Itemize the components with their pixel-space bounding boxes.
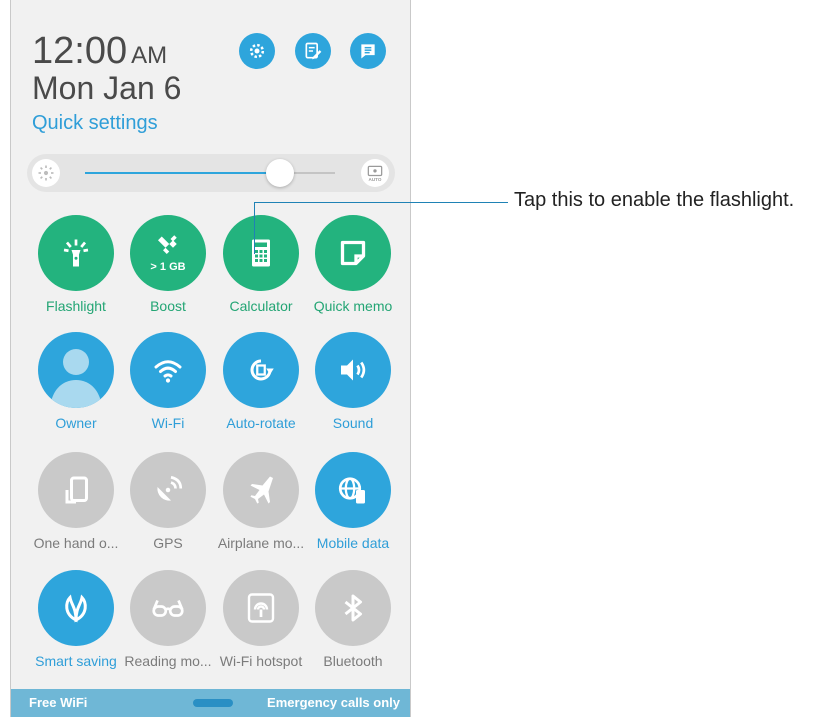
tile-airplane-circle[interactable] <box>223 452 299 528</box>
settings-button[interactable] <box>239 33 275 69</box>
tile-airplane[interactable]: Airplane mo... <box>211 452 311 562</box>
brightness-bar: AUTO <box>27 154 395 192</box>
brightness-slider[interactable] <box>85 159 335 187</box>
callout-text: Tap this to enable the flashlight. <box>514 189 795 211</box>
memo-icon <box>340 240 366 266</box>
clock-ampm: AM <box>131 42 168 69</box>
tile-label: Mobile data <box>316 535 390 551</box>
tile-mobile-data-circle[interactable] <box>315 452 391 528</box>
tile-sound-circle[interactable] <box>315 332 391 408</box>
status-bar: Free WiFi Emergency calls only <box>11 689 410 717</box>
wifi-icon <box>154 360 182 383</box>
calculator-icon <box>252 239 270 267</box>
sound-icon <box>341 359 366 381</box>
one-hand-icon <box>65 476 88 504</box>
brightness-fill <box>85 172 280 174</box>
tile-auto-rotate[interactable]: Auto-rotate <box>211 332 311 442</box>
drag-handle[interactable] <box>193 699 233 707</box>
tile-auto-rotate-circle[interactable] <box>223 332 299 408</box>
tile-wifi[interactable]: Wi-Fi <box>118 332 218 442</box>
tile-wifi-circle[interactable] <box>130 332 206 408</box>
tile-label: Sound <box>332 415 374 431</box>
quick-settings-link[interactable]: Quick settings <box>32 112 158 135</box>
notes-button[interactable] <box>350 33 386 69</box>
tile-wifi-hotspot-circle[interactable] <box>223 570 299 646</box>
airplane-icon <box>250 476 273 504</box>
mobile-data-icon <box>338 477 365 504</box>
tile-one-hand-circle[interactable] <box>38 452 114 528</box>
tile-mobile-data[interactable]: Mobile data <box>303 452 403 562</box>
hotspot-icon <box>247 593 275 623</box>
tile-smart-saving-circle[interactable] <box>38 570 114 646</box>
brightness-thumb[interactable] <box>266 159 294 187</box>
edit-icon <box>305 42 322 60</box>
settings-icon <box>249 43 265 59</box>
leaf-icon <box>65 594 87 623</box>
clock-time: 12:00 <box>32 30 128 72</box>
tile-sound[interactable]: Sound <box>303 332 403 442</box>
tile-flashlight[interactable]: Flashlight <box>26 215 126 325</box>
glasses-icon <box>152 599 184 617</box>
tile-reading-mode-circle[interactable] <box>130 570 206 646</box>
tile-one-hand[interactable]: One hand o... <box>26 452 126 562</box>
quick-settings-panel: 12:00 AM Mon Jan 6 Quick settings AUTO Fl… <box>10 0 411 717</box>
brightness-low-icon <box>32 159 60 187</box>
bluetooth-icon <box>344 594 362 622</box>
tile-bluetooth[interactable]: Bluetooth <box>303 570 403 680</box>
auto-brightness-icon: AUTO <box>367 165 383 182</box>
auto-brightness-button[interactable]: AUTO <box>361 159 389 187</box>
tile-smart-saving[interactable]: Smart saving <box>26 570 126 680</box>
tile-flashlight-circle[interactable] <box>38 215 114 291</box>
tile-calculator-circle[interactable] <box>223 215 299 291</box>
date-label: Mon Jan 6 <box>32 70 182 106</box>
tile-owner-circle[interactable] <box>38 332 114 408</box>
tile-reading-mode[interactable]: Reading mo... <box>118 570 218 680</box>
callout-line-horizontal <box>254 202 508 203</box>
tile-quick-memo[interactable]: Quick memo <box>303 215 403 325</box>
tile-quick-memo-circle[interactable] <box>315 215 391 291</box>
free-wifi-label: Free WiFi <box>29 695 88 710</box>
tile-boost-circle[interactable]: > 1 GB <box>130 215 206 291</box>
tile-label: Bluetooth <box>323 653 383 669</box>
tile-calculator[interactable]: Calculator <box>211 215 311 325</box>
edit-button[interactable] <box>295 33 331 69</box>
tile-label: Quick memo <box>313 298 393 314</box>
avatar-icon <box>50 349 102 408</box>
auto-label: AUTO <box>369 177 382 182</box>
callout-line-vertical <box>254 202 255 254</box>
notes-icon <box>361 44 375 59</box>
tile-owner[interactable]: Owner <box>26 332 126 442</box>
tile-bluetooth-circle[interactable] <box>315 570 391 646</box>
boost-icon <box>158 235 177 254</box>
emergency-calls-label: Emergency calls only <box>267 695 400 710</box>
flashlight-icon <box>63 239 89 267</box>
tile-wifi-hotspot[interactable]: Wi-Fi hotspot <box>211 570 311 680</box>
clock: 12:00 AM <box>32 30 167 73</box>
tile-boost[interactable]: > 1 GB Boost <box>118 215 218 325</box>
boost-sublabel: > 1 GB <box>150 261 186 273</box>
tile-gps[interactable]: GPS <box>118 452 218 562</box>
auto-rotate-icon <box>250 359 274 381</box>
gps-icon <box>157 475 183 501</box>
tile-gps-circle[interactable] <box>130 452 206 528</box>
